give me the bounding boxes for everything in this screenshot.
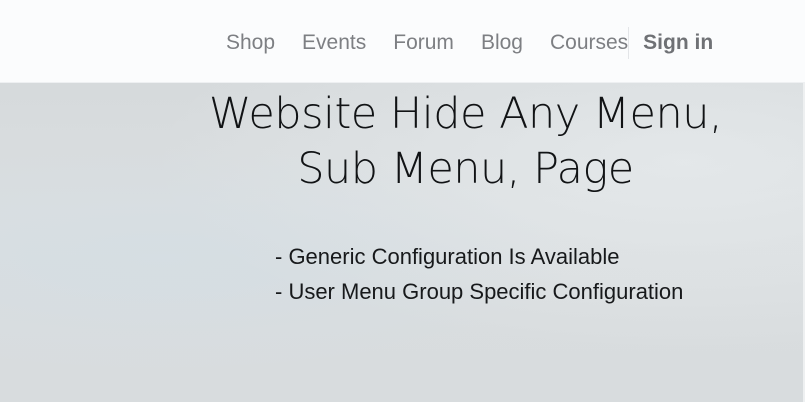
main-menu: Shop Events Forum Blog Courses Sign in: [226, 27, 713, 59]
menu-item-shop[interactable]: Shop: [226, 29, 275, 57]
feature-item: - Generic Configuration Is Available: [275, 244, 620, 269]
feature-list: - Generic Configuration Is Available - U…: [275, 239, 683, 309]
hero-title-line-2: Sub Menu, Page: [297, 144, 634, 194]
menu-item-events[interactable]: Events: [302, 29, 366, 57]
hero-banner: Website Hide Any Menu, Sub Menu, Page - …: [0, 83, 805, 402]
feature-item: - User Menu Group Specific Configuration: [275, 279, 684, 304]
menu-item-blog[interactable]: Blog: [481, 29, 523, 57]
hero-title: Website Hide Any Menu, Sub Menu, Page: [0, 87, 805, 197]
hero-title-line-1: Website Hide Any Menu,: [208, 89, 723, 139]
top-navbar: Shop Events Forum Blog Courses Sign in: [0, 0, 805, 83]
menu-divider: [628, 27, 630, 59]
sign-in-link[interactable]: Sign in: [643, 29, 713, 57]
menu-item-courses[interactable]: Courses: [550, 29, 628, 57]
menu-item-forum[interactable]: Forum: [393, 29, 454, 57]
